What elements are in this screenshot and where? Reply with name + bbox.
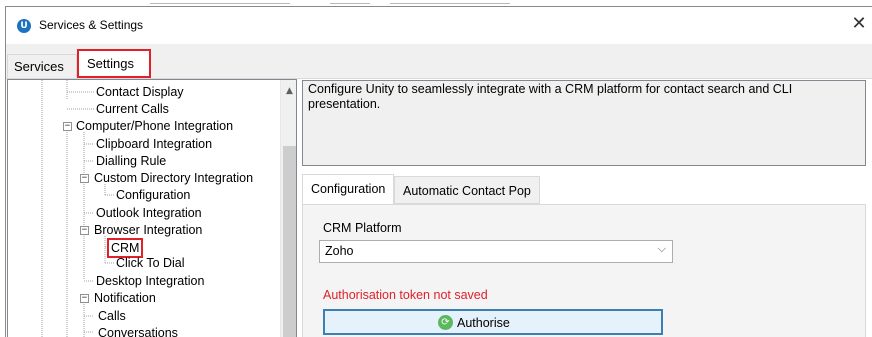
authorise-button[interactable]: ⟳ Authorise [323,309,663,335]
tree-item-dialling-rule[interactable]: Dialling Rule [96,153,166,169]
tree-item-outlook-integration[interactable]: Outlook Integration [96,205,202,221]
tree-item-click-to-dial[interactable]: Click To Dial [116,255,185,271]
tree-item-current-calls[interactable]: Current Calls [96,101,169,117]
authorise-icon: ⟳ [438,315,453,330]
tree-scrollbar[interactable]: ▲ [280,80,296,337]
chevron-down-icon: ⌵ [657,243,666,255]
tab-automatic-contact-pop[interactable]: Automatic Contact Pop [394,176,540,204]
divider [390,3,510,4]
close-icon[interactable]: ✕ [848,13,870,35]
crm-platform-select[interactable]: Zoho ⌵ [319,240,673,263]
tab-configuration[interactable]: Configuration [302,174,395,204]
divider [330,3,370,4]
settings-content: Contact Display Current Calls − Computer… [6,78,872,337]
tree-item-configuration[interactable]: Configuration [116,187,190,203]
authorise-label: Authorise [457,316,510,330]
collapse-icon[interactable]: − [63,122,72,131]
description-box: Configure Unity to seamlessly integrate … [302,80,866,166]
unity-app-icon: U [17,19,31,33]
tree-item-contact-display[interactable]: Contact Display [96,84,184,100]
main-tabs: Services Settings [6,44,872,78]
configuration-panel: CRM Platform Zoho ⌵ Authorisation token … [302,204,866,337]
collapse-icon[interactable]: − [80,174,89,183]
tree-item-desktop-integration[interactable]: Desktop Integration [96,273,204,289]
tree-item-conversations[interactable]: Conversations [98,325,178,337]
crm-platform-value: Zoho [325,244,354,258]
settings-tree: Contact Display Current Calls − Computer… [7,79,297,337]
tree-item-clipboard-integration[interactable]: Clipboard Integration [96,136,212,152]
collapse-icon[interactable]: − [80,226,89,235]
divider [150,3,290,4]
window-title: Services & Settings [39,18,144,32]
crm-tabs: Configuration Automatic Contact Pop [302,174,866,204]
tree-item-calls[interactable]: Calls [98,308,126,324]
tab-services[interactable]: Services [7,54,77,78]
title-bar: U Services & Settings ✕ [6,7,872,44]
tree-item-notification[interactable]: Notification [94,290,156,306]
authorisation-warning: Authorisation token not saved [323,288,488,302]
scroll-up-icon[interactable]: ▲ [281,84,296,98]
collapse-icon[interactable]: − [80,294,89,303]
tab-settings[interactable]: Settings [77,49,151,78]
services-settings-window: U Services & Settings ✕ Services Setting… [5,6,872,337]
scroll-thumb[interactable] [283,146,296,337]
tree-item-computer-phone-integration[interactable]: Computer/Phone Integration [76,118,233,134]
tree-item-custom-directory-integration[interactable]: Custom Directory Integration [94,170,253,186]
tree-item-browser-integration[interactable]: Browser Integration [94,222,202,238]
crm-platform-label: CRM Platform [323,221,402,235]
